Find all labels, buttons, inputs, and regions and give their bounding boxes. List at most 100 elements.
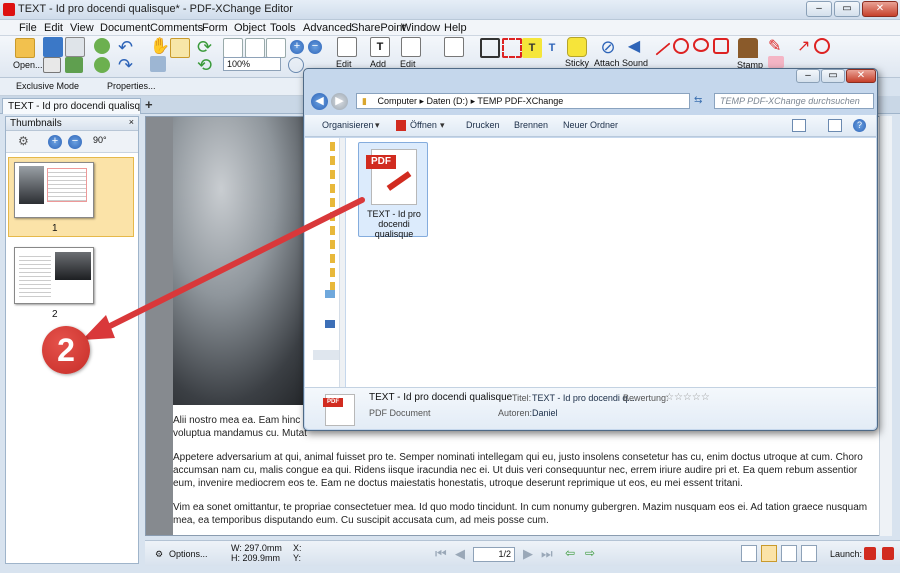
polygon-tool-icon[interactable] — [713, 38, 729, 54]
sound-icon[interactable]: ◀ — [624, 37, 644, 57]
menu-advanced[interactable]: Advanced — [303, 22, 352, 34]
breadcrumb-folder[interactable]: TEMP PDF-XChange — [477, 96, 563, 106]
options-gear-icon[interactable]: ⚙ — [155, 549, 163, 560]
zoom-tool-icon[interactable] — [288, 57, 304, 73]
highlight-text-icon[interactable]: T — [522, 38, 542, 58]
eraser-icon[interactable] — [768, 56, 784, 68]
page-number-field[interactable]: 1/2 — [473, 547, 515, 562]
pencil-icon[interactable]: ✎ — [768, 38, 788, 58]
thumb-zoom-in-icon[interactable]: + — [48, 135, 62, 149]
history-forward-icon[interactable]: ⇨ — [585, 546, 595, 560]
cmd-print[interactable]: Drucken — [466, 120, 500, 130]
cmd-burn[interactable]: Brennen — [514, 120, 548, 130]
cmd-organize[interactable]: Organisieren — [322, 120, 374, 130]
first-page-icon[interactable]: ⏮ — [435, 546, 447, 562]
menu-sharepoint[interactable]: SharePoint — [351, 22, 405, 34]
hand-tool-icon[interactable]: ✋ — [150, 38, 170, 58]
explorer-search-input[interactable]: TEMP PDF-XChange durchsuchen — [714, 93, 874, 109]
menu-file[interactable]: File — [19, 22, 37, 34]
zoom-field[interactable]: 100% — [223, 57, 281, 71]
edit-form-icon[interactable] — [401, 37, 421, 57]
cmd-open[interactable]: Öffnen — [410, 120, 437, 130]
properties-button[interactable]: Properties... — [107, 81, 156, 91]
cmd-new-folder[interactable]: Neuer Ordner — [563, 120, 618, 130]
edit-content-icon[interactable] — [337, 37, 357, 57]
menu-window[interactable]: Window — [401, 22, 440, 34]
fit-page-icon[interactable] — [245, 38, 265, 58]
rating-stars[interactable]: ☆☆☆☆☆ — [665, 392, 710, 403]
explorer-back-icon[interactable]: ◀ — [311, 93, 328, 110]
pdf-file-item[interactable]: PDF TEXT - Id pro docendi qualisque — [358, 142, 428, 239]
menu-view[interactable]: View — [70, 22, 94, 34]
open-label[interactable]: Open... — [13, 60, 43, 70]
snapshot-icon[interactable] — [150, 56, 166, 72]
menu-tools[interactable]: Tools — [270, 22, 296, 34]
menu-help[interactable]: Help — [444, 22, 467, 34]
preview-pane-icon[interactable] — [828, 119, 842, 132]
help-icon[interactable]: ? — [853, 119, 866, 132]
select-text-icon[interactable] — [170, 38, 190, 58]
menu-form[interactable]: Form — [202, 22, 228, 34]
stamp-icon[interactable] — [738, 38, 758, 58]
explorer-close-button[interactable]: ✕ — [846, 69, 876, 83]
history-back-icon[interactable]: ⇦ — [565, 546, 575, 560]
add-text-icon[interactable]: T — [370, 37, 390, 57]
maximize-button[interactable]: ▭ — [834, 1, 860, 17]
underline-text-icon[interactable]: T — [542, 38, 562, 58]
nav-selected-item[interactable] — [313, 350, 339, 360]
thumb-zoom-out-icon[interactable]: − — [68, 135, 82, 149]
details-title-value[interactable]: TEXT - Id pro docendi q... — [532, 393, 635, 403]
last-page-icon[interactable]: ⏭ — [541, 546, 553, 562]
exclusive-mode-button[interactable]: Exclusive Mode — [16, 81, 79, 91]
zoom-in-icon[interactable]: + — [290, 40, 304, 54]
actual-size-icon[interactable] — [223, 38, 243, 58]
no-entry-icon[interactable] — [814, 38, 830, 54]
crop-icon[interactable] — [480, 38, 500, 58]
email-icon[interactable] — [65, 57, 83, 73]
next-page-icon[interactable]: ▶ — [523, 546, 533, 562]
scanner-icon[interactable] — [65, 37, 85, 57]
back-icon[interactable] — [94, 38, 110, 54]
prev-page-icon[interactable]: ◀ — [455, 546, 465, 562]
attach-file-icon[interactable]: ⊘ — [598, 37, 618, 57]
explorer-address-bar[interactable]: ▮ Computer ▸ Daten (D:) ▸ TEMP PDF-XChan… — [356, 93, 690, 109]
print-icon[interactable] — [43, 57, 61, 73]
view-options-icon[interactable] — [792, 119, 806, 132]
line-tool-icon[interactable] — [655, 42, 671, 56]
cloud-tool-icon[interactable] — [693, 38, 709, 52]
rotate-ccw-icon[interactable]: ⟲ — [197, 56, 217, 76]
forward-icon[interactable] — [94, 57, 110, 73]
new-tab-button[interactable]: + — [145, 97, 153, 112]
area-select-icon[interactable] — [502, 38, 522, 58]
network-folder-icon[interactable] — [325, 290, 335, 298]
sticky-note-icon[interactable] — [567, 37, 587, 57]
redo-icon[interactable]: ↷ — [118, 56, 138, 76]
computer-icon[interactable] — [325, 320, 335, 328]
options-button[interactable]: Options... — [169, 549, 208, 559]
edit-comments-icon[interactable] — [444, 37, 464, 57]
zoom-out-icon[interactable]: − — [308, 40, 322, 54]
pdf-launch-icon[interactable] — [864, 547, 876, 560]
thumbnail-page-1[interactable] — [14, 162, 94, 218]
sound-label[interactable]: Sound — [622, 58, 648, 68]
vertical-scrollbar[interactable] — [879, 116, 892, 536]
facing-view-icon[interactable] — [781, 545, 797, 562]
oval-tool-icon[interactable] — [673, 38, 689, 54]
rotate-thumb-icon[interactable]: 90° — [93, 135, 107, 145]
save-icon[interactable] — [43, 37, 63, 57]
continuous-view-icon[interactable] — [761, 545, 777, 562]
menu-document[interactable]: Document — [100, 22, 150, 34]
menu-comments[interactable]: Comments — [150, 22, 203, 34]
close-button[interactable]: ✕ — [862, 1, 898, 17]
refresh-icon[interactable]: ⇆ — [694, 95, 702, 106]
minimize-button[interactable]: – — [806, 1, 832, 17]
menu-object[interactable]: Object — [234, 22, 266, 34]
breadcrumb-drive[interactable]: Daten (D:) — [427, 96, 469, 106]
continuous-facing-view-icon[interactable] — [801, 545, 817, 562]
fit-width-icon[interactable] — [266, 38, 286, 58]
single-page-view-icon[interactable] — [741, 545, 757, 562]
explorer-forward-icon[interactable]: ▶ — [331, 93, 348, 110]
close-panel-icon[interactable]: × — [129, 117, 134, 127]
nav-scrollbar[interactable] — [339, 138, 345, 387]
menu-edit[interactable]: Edit — [44, 22, 63, 34]
